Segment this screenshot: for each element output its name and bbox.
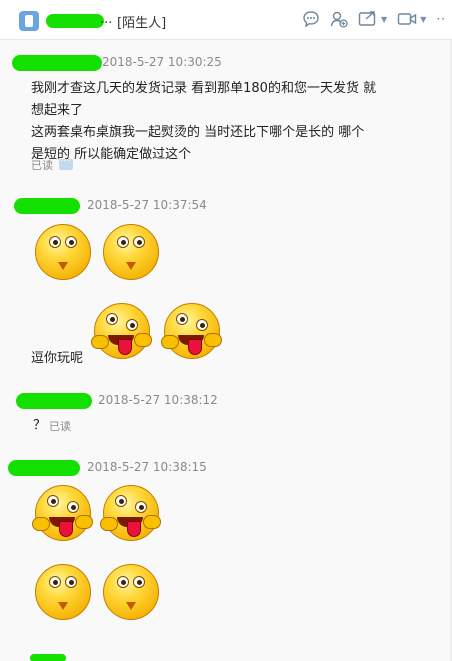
share-screen-icon[interactable] <box>358 10 378 28</box>
redacted-sender-name <box>8 460 80 476</box>
message-line: 想起来了 <box>31 103 84 118</box>
message-list[interactable]: 2018-5-27 10:30:25 我刚才查这几天的发货记录 看到那单180的… <box>0 40 452 661</box>
redacted-sender-name <box>14 198 80 214</box>
tongue-out-emoji[interactable] <box>32 485 93 541</box>
smile-face-emoji[interactable] <box>103 564 159 620</box>
tongue-out-emoji[interactable] <box>91 303 152 359</box>
message-line: 这两套桌布桌旗我一起熨烫的 当时还比下哪个是长的 哪个 <box>31 125 365 140</box>
chat-header: ... [陌生人] ▼ ▼ ·· <box>0 0 452 40</box>
more-options-icon[interactable] <box>59 154 73 170</box>
contact-name-suffix[interactable]: ... <box>100 12 112 27</box>
redacted-sender-name <box>12 55 102 71</box>
share-dropdown-icon[interactable]: ▼ <box>381 15 387 24</box>
chat-bubble-icon[interactable] <box>302 10 320 28</box>
message-timestamp: 2018-5-27 10:37:54 <box>87 198 207 212</box>
stranger-tag: [陌生人] <box>117 16 167 31</box>
message-text[interactable]: ？ <box>33 415 46 437</box>
read-status: 已读 <box>49 420 71 433</box>
header-toolbar: ▼ ▼ ·· <box>302 10 446 28</box>
redacted-contact-name <box>46 14 104 28</box>
message-text[interactable]: 我刚才查这几天的发货记录 看到那单180的和您一天发货 就 想起来了 这两套桌布… <box>31 78 376 166</box>
message-timestamp: 2018-5-27 10:38:15 <box>87 460 207 474</box>
smile-face-emoji[interactable] <box>103 224 159 280</box>
video-dropdown-icon[interactable]: ▼ <box>420 15 426 24</box>
contact-avatar-icon[interactable] <box>19 11 39 31</box>
redacted-sender-name <box>16 393 92 409</box>
smile-face-emoji[interactable] <box>35 564 91 620</box>
redacted-sender-name <box>30 654 66 661</box>
video-call-icon[interactable] <box>397 10 417 28</box>
message-line: 是短的 所以能确定做过这个 <box>31 147 192 162</box>
add-contact-icon[interactable] <box>330 10 348 28</box>
message-text[interactable]: 逗你玩呢 <box>31 348 83 370</box>
more-icon[interactable]: ·· <box>436 12 446 26</box>
message-timestamp: 2018-5-27 10:30:25 <box>102 55 222 69</box>
message-timestamp: 2018-5-27 10:38:12 <box>98 393 218 407</box>
read-status: 已读 <box>31 159 53 172</box>
tongue-out-emoji[interactable] <box>100 485 161 541</box>
smile-face-emoji[interactable] <box>35 224 91 280</box>
message-line: 我刚才查这几天的发货记录 看到那单180的和您一天发货 就 <box>31 81 377 96</box>
tongue-out-emoji[interactable] <box>161 303 222 359</box>
